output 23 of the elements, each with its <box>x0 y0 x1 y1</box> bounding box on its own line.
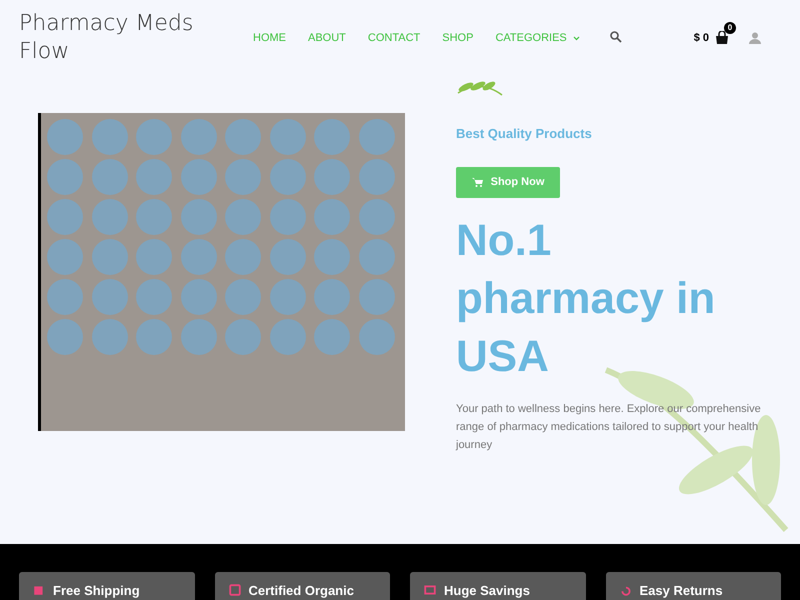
site-title[interactable]: Pharmacy Meds Flow <box>19 10 219 66</box>
nav-link[interactable]: HOME <box>253 30 286 46</box>
cart-total[interactable]: $ 0 <box>694 30 709 46</box>
chevron-down-icon <box>572 36 580 41</box>
shopping-bag-icon[interactable] <box>715 31 729 46</box>
feature-title: Huge Savings <box>444 584 530 598</box>
nav-link[interactable]: CONTACT <box>368 30 420 46</box>
nav-link[interactable]: SHOP <box>442 30 474 46</box>
hero-subtitle: Best Quality Products <box>456 125 593 143</box>
feature-icon <box>33 584 45 596</box>
feature-title: Certified Organic <box>248 584 354 598</box>
cart-count-badge: 0 <box>724 22 736 34</box>
feature-title: Easy Returns <box>640 584 723 598</box>
cart-icon <box>472 177 483 187</box>
search-icon[interactable] <box>610 31 622 43</box>
feature-icon <box>424 584 436 596</box>
feature-title: Free Shipping <box>53 584 140 598</box>
nav-dropdown[interactable]: CATEGORIES <box>495 30 580 46</box>
feature-icon <box>620 584 632 596</box>
hero-heading: No.1 pharmacy in USA <box>456 214 716 382</box>
shop-now-button[interactable]: Shop Now <box>456 166 560 198</box>
nav-link[interactable]: ABOUT <box>308 30 346 46</box>
feature-icon <box>228 584 240 596</box>
